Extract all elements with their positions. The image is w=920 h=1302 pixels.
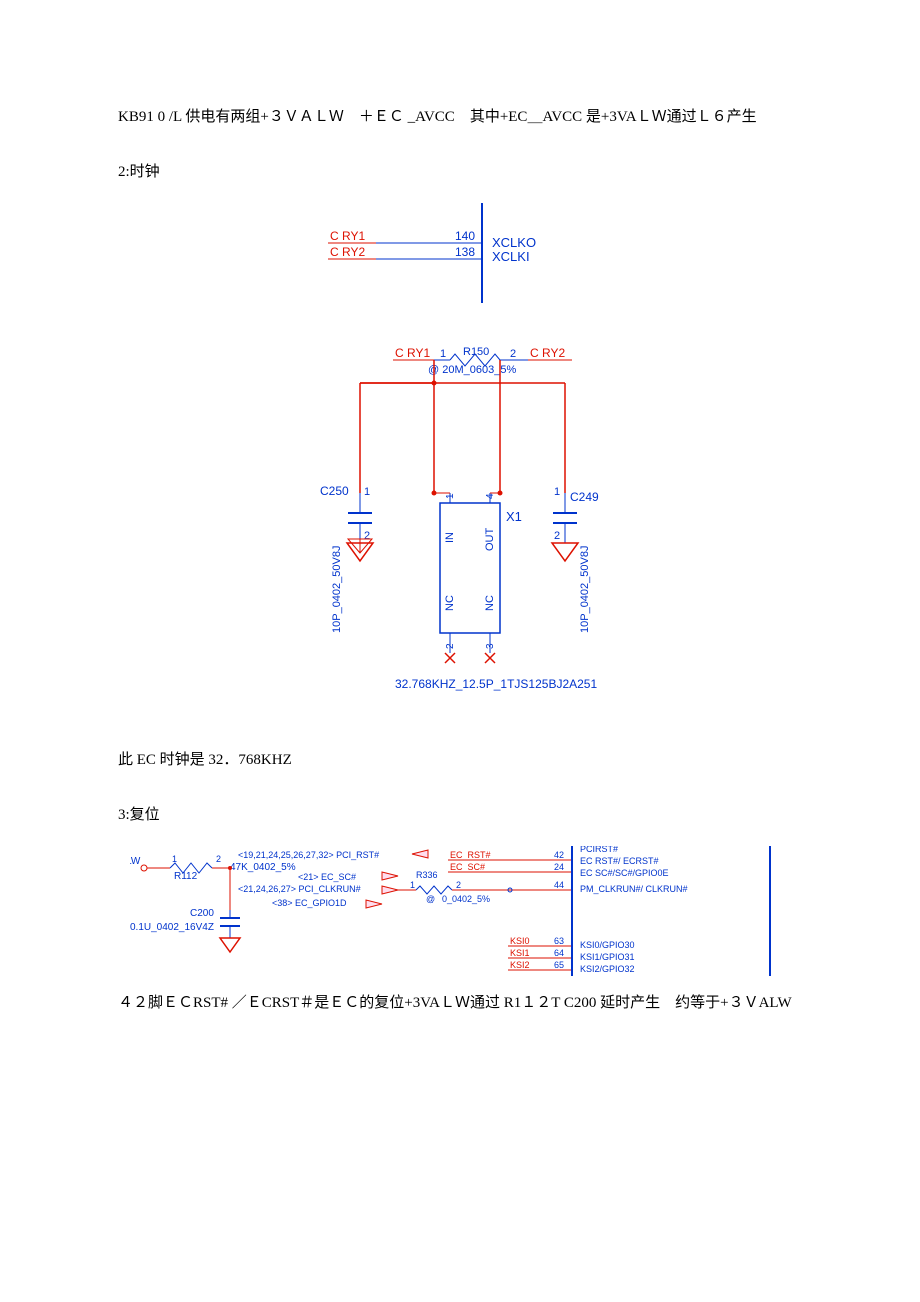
r-pcirst: PCIRST# (580, 846, 618, 854)
paragraph-power: KB91 0 /L 供电有两组+３ＶＡＬＷ ＋ＥＣ _AVCC 其中+EC＿AV… (118, 100, 802, 135)
r-ecsc: EC SC#/SC#/GPIO0E (580, 868, 669, 878)
mid-ksi1: KSI1 (510, 948, 530, 958)
pin-63: 63 (554, 936, 564, 946)
x1-nc2: NC (484, 595, 496, 611)
c200-ref: C200 (190, 908, 214, 919)
r336-val: 0_0402_5% (442, 894, 490, 904)
x1-ref: X1 (506, 509, 522, 524)
pin-65: 65 (554, 960, 564, 970)
c249-val: 10P_0402_50V8J (579, 546, 591, 633)
anno-pci-rst: <19,21,24,25,26,27,32> PCI_RST# (238, 850, 379, 860)
c200-val: 0.1U_0402_16V4Z (130, 922, 214, 933)
pin-44: 44 (554, 880, 564, 890)
r-ksi1: KSI1/GPIO31 (580, 952, 635, 962)
net-cry1-top: C RY1 (395, 346, 430, 360)
pin-140: 140 (455, 229, 475, 243)
r-ksi2: KSI2/GPIO32 (580, 964, 635, 974)
anno-ec-sc: <21> EC_SC# (298, 872, 356, 882)
r112-p1: 1 (172, 854, 177, 864)
label-xclko: XCLKO (492, 235, 536, 250)
r336-at: @ (426, 894, 435, 904)
crystal-footer: 32.768KHZ_12.5P_1TJS125BJ2A251 (395, 677, 597, 691)
net-cry1: C RY1 (330, 229, 365, 243)
r112-val: 47K_0402_5% (230, 862, 296, 873)
r336-ref: R336 (416, 870, 438, 880)
section-header-reset: 3:复位 (118, 804, 802, 827)
r336-p1: 1 (410, 880, 415, 890)
pin-64: 64 (554, 948, 564, 958)
c250-p1: 1 (364, 486, 370, 498)
r-ksi0: KSI0/GPIO30 (580, 940, 635, 950)
r150-val: @ 20M_0603_5% (428, 364, 516, 376)
r150-ref: R150 (463, 346, 489, 358)
r-clkrun: PM_CLKRUN#/ CLKRUN# (580, 884, 688, 894)
section-header-clock: 2:时钟 (118, 161, 802, 184)
x1-p4: 4 (485, 493, 496, 499)
r112-p2: 2 (216, 854, 221, 864)
c250-val: 10P_0402_50V8J (331, 546, 343, 633)
r150-p2: 2 (510, 348, 516, 360)
c250-p2: 2 (364, 530, 370, 542)
x1-in: IN (444, 532, 456, 543)
c249-p2: 2 (554, 530, 560, 542)
schematic-reset: +3VALW 1 R112 2 47K_0402_5% C200 0.1U_04… (130, 846, 790, 976)
anno-pci-clkrun: <21,24,26,27> PCI_CLKRUN# (238, 884, 361, 894)
net-cry2: C RY2 (330, 245, 365, 259)
paragraph-clock-note: 此 EC 时钟是 32．768KHZ (118, 743, 802, 778)
pin-138: 138 (455, 245, 475, 259)
x1-out: OUT (484, 528, 496, 552)
r-ecrst: EC RST#/ ECRST# (580, 856, 659, 866)
net-3valw: +3VALW (130, 856, 141, 867)
paragraph-reset-note: ４２脚ＥＣRST# ／ＥCRST＃是ＥＣ的复位+3VAＬＷ通过 R1１２T C2… (118, 986, 802, 1021)
r112-ref: R112 (174, 871, 198, 882)
r150-p1: 1 (440, 348, 446, 360)
anno-ec-gpio1d: <38> EC_GPIO1D (272, 898, 347, 908)
x1-p3: 3 (485, 643, 496, 649)
schematic-crystal: C RY1 C RY2 1 R150 2 @ 20M_0603_5% C250 … (300, 343, 620, 713)
net-cry2-top: C RY2 (530, 346, 565, 360)
schematic-clock-pins: C RY1 C RY2 140 138 XCLKO XCLKI (320, 203, 600, 303)
pin-24: 24 (554, 862, 564, 872)
label-xclki: XCLKI (492, 249, 530, 264)
mid-ecrst: EC_RST# (450, 850, 491, 860)
mid-ksi0: KSI0 (510, 936, 530, 946)
mid-ksi2: KSI2 (510, 960, 530, 970)
c250-ref: C250 (320, 484, 349, 498)
pin-42: 42 (554, 850, 564, 860)
mid-ecsc: EC_SC# (450, 862, 485, 872)
page: KB91 0 /L 供电有两组+３ＶＡＬＷ ＋ＥＣ _AVCC 其中+EC＿AV… (0, 0, 920, 1097)
r336-p2: 2 (456, 880, 461, 890)
x1-nc1: NC (444, 595, 456, 611)
x1-p1: 1 (445, 493, 456, 499)
c249-ref: C249 (570, 490, 599, 504)
x1-p2: 2 (445, 643, 456, 649)
c249-p1: 1 (554, 486, 560, 498)
